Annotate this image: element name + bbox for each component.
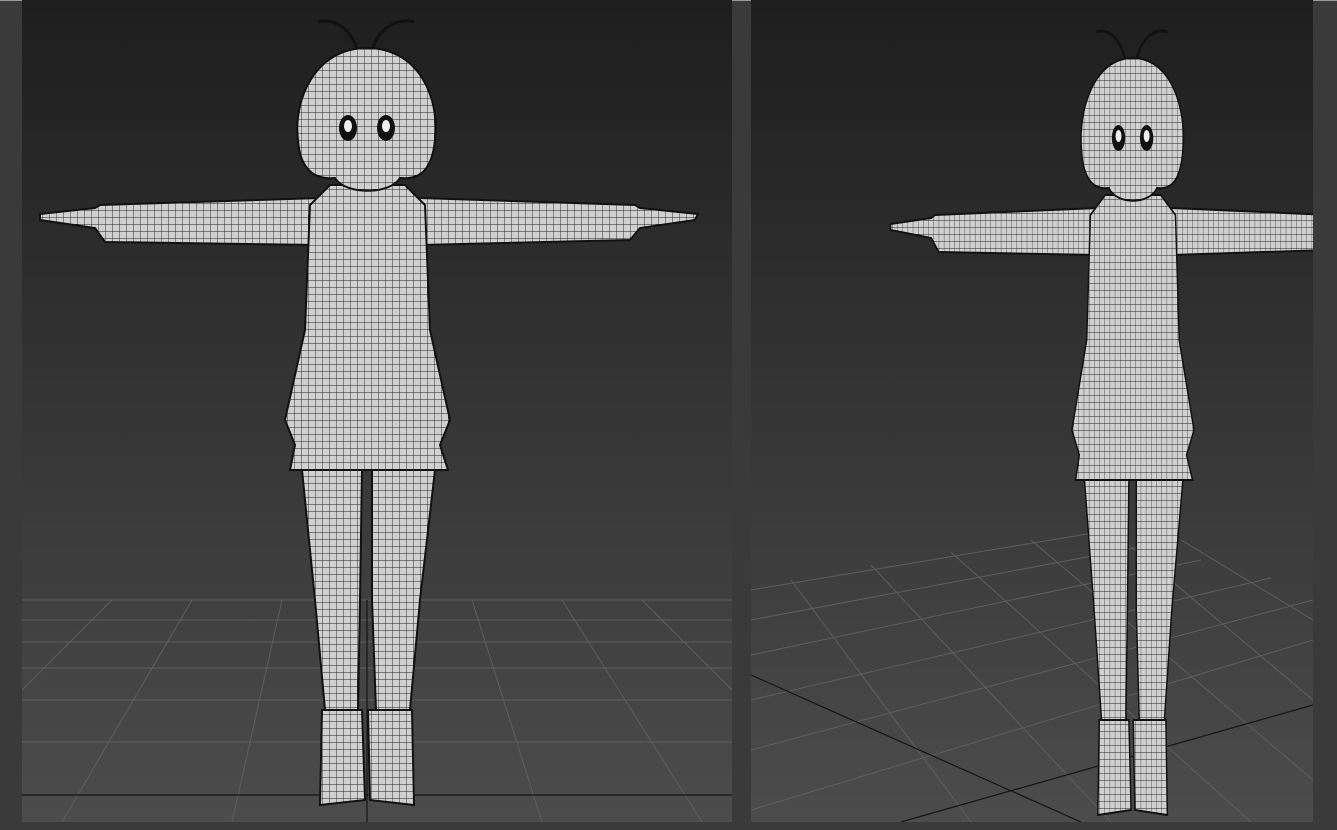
- viewport-front[interactable]: [22, 0, 732, 822]
- perspective-view-scene: [751, 0, 1313, 822]
- front-view-scene: [22, 0, 732, 822]
- viewport-perspective[interactable]: [751, 0, 1313, 822]
